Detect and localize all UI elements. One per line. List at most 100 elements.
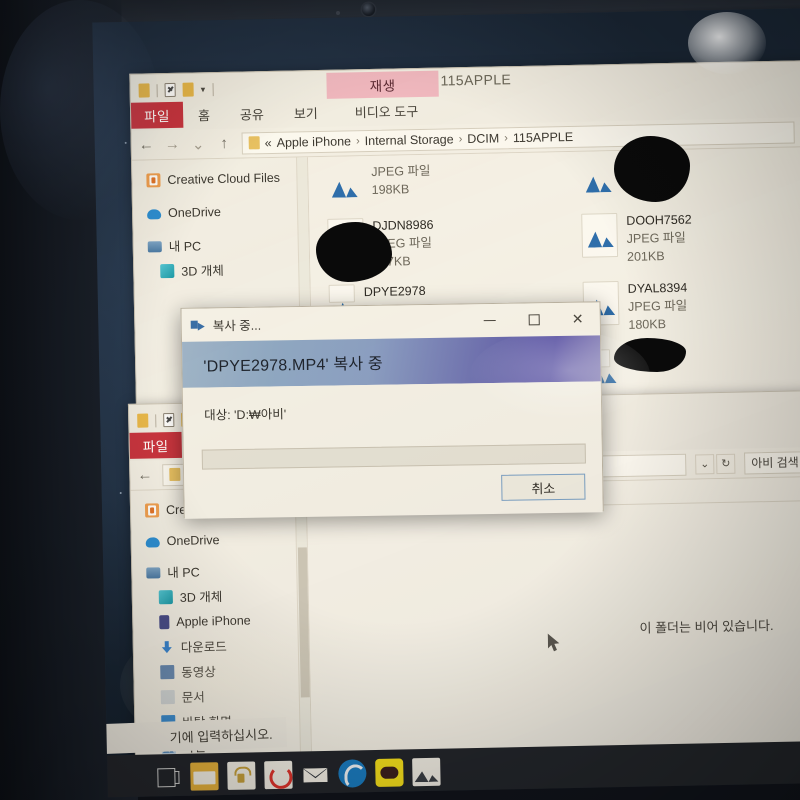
onedrive-cloud-icon <box>145 536 160 548</box>
chevron-right-icon: › <box>355 134 360 147</box>
refresh-icon[interactable]: ↻ <box>716 453 736 474</box>
webcam-indicator-icon <box>336 11 340 15</box>
minimize-button[interactable] <box>467 304 512 338</box>
back-button[interactable]: ← <box>138 136 155 153</box>
sidebar-item-label: OneDrive <box>167 204 222 220</box>
properties-check-icon[interactable] <box>164 82 176 98</box>
task-view-icon[interactable] <box>153 763 182 792</box>
customize-caret-icon[interactable]: ▾ <box>201 84 206 95</box>
divider <box>212 82 214 96</box>
sidebar-item-label: 내 PC <box>167 565 200 581</box>
sync-icon[interactable] <box>264 760 293 790</box>
destination-text: 대상: 'D:₩아비' <box>204 407 287 423</box>
tab-share[interactable]: 공유 <box>225 100 279 127</box>
file-name: DYAL8394 <box>627 280 688 296</box>
tab-file[interactable]: 파일 <box>130 101 184 129</box>
address-tools[interactable]: ⌄ ↻ <box>695 453 736 475</box>
sidebar-item-onedrive[interactable]: OneDrive <box>131 525 306 554</box>
breadcrumb-item-dcim[interactable]: DCIM <box>467 131 499 146</box>
breadcrumb-prefix: « <box>264 135 272 150</box>
up-button[interactable]: ↑ <box>216 135 233 152</box>
maximize-icon <box>528 314 540 326</box>
list-item[interactable]: JPEG 파일 198KB <box>326 163 431 209</box>
folder-icon[interactable] <box>138 83 150 98</box>
sidebar-item-label: Creative Cloud Files <box>167 170 281 187</box>
file-explorer-icon[interactable] <box>190 762 219 791</box>
sidebar-item-this-pc[interactable]: 내 PC <box>134 230 309 259</box>
videos-icon <box>160 664 175 679</box>
sidebar-item-apple-iphone[interactable]: Apple iPhone <box>133 606 308 635</box>
new-folder-icon[interactable] <box>182 82 194 97</box>
tab-video-tools-label: 비디오 도구 <box>354 103 419 120</box>
breadcrumb-item-115apple[interactable]: 115APPLE <box>513 129 574 144</box>
close-button[interactable]: ✕ <box>555 302 600 336</box>
file-size: 198KB <box>371 181 410 197</box>
dialog-title: 복사 중... <box>212 318 262 334</box>
chevron-down-icon[interactable]: ⌄ <box>695 453 715 475</box>
sidebar-item-downloads[interactable]: 다운로드 <box>134 631 309 660</box>
copy-progress-dialog[interactable]: 복사 중... ✕ 'DPYE2978.MP4' 복사 중 대상: 'D:₩아비… <box>180 301 604 519</box>
sidebar-item-label: 문서 <box>181 690 205 705</box>
laptop-screen-photo: ▾ 115APPLE 재생 파일 홈 공유 보기 비디오 도구 ← → ⌄ ↑ <box>0 0 800 800</box>
folder-icon[interactable] <box>137 413 149 428</box>
file-size: 180KB <box>628 316 667 332</box>
tab-home[interactable]: 홈 <box>183 101 225 128</box>
this-pc-icon <box>146 567 161 579</box>
chevron-right-icon: › <box>458 132 463 145</box>
window-controls[interactable]: ✕ <box>467 302 600 337</box>
breadcrumb-item-apple-iphone[interactable]: Apple iPhone <box>277 134 352 149</box>
file-list-pane[interactable]: 수정한 날짜 이 폴더는 비어 있습니다. <box>306 476 800 760</box>
video-thumbnail-icon <box>328 284 355 303</box>
downloads-icon <box>160 640 174 654</box>
sidebar-item-label: 동영상 <box>181 665 216 680</box>
maximize-button[interactable] <box>511 303 556 337</box>
chevron-right-icon: › <box>504 131 509 144</box>
sidebar-item-label: 3D 개체 <box>179 590 223 605</box>
sidebar-item-3d-objects[interactable]: 3D 개체 <box>134 255 309 284</box>
cancel-button[interactable]: 취소 <box>501 473 586 501</box>
microsoft-store-icon[interactable] <box>227 761 256 790</box>
edge-browser-icon[interactable] <box>338 759 367 788</box>
sidebar-item-this-pc[interactable]: 내 PC <box>132 556 307 585</box>
screen-surface: ▾ 115APPLE 재생 파일 홈 공유 보기 비디오 도구 ← → ⌄ ↑ <box>92 7 800 798</box>
sidebar-item-label: 다운로드 <box>180 639 227 655</box>
phone-icon <box>159 614 170 629</box>
mail-icon[interactable] <box>301 760 330 789</box>
recent-locations-button[interactable]: ⌄ <box>190 135 207 153</box>
jpeg-thumbnail-icon <box>580 159 617 204</box>
sidebar-item-documents[interactable]: 문서 <box>135 681 310 710</box>
creative-cloud-icon <box>144 502 160 518</box>
sidebar-item-creative-cloud-files[interactable]: Creative Cloud Files <box>132 164 307 193</box>
tab-file[interactable]: 파일 <box>129 431 182 459</box>
sidebar-item-onedrive[interactable]: OneDrive <box>133 197 308 226</box>
file-name: DPYE2978 <box>363 283 426 300</box>
window-title: 115APPLE <box>440 71 512 89</box>
forward-button[interactable]: → <box>164 136 181 153</box>
search-input[interactable]: 아비 검색 <box>744 449 800 475</box>
tab-view[interactable]: 보기 <box>279 99 333 126</box>
list-item[interactable]: DPYE2978 <box>328 283 426 303</box>
tab-play[interactable]: 재생 <box>326 70 439 99</box>
copy-files-icon <box>191 319 206 332</box>
back-button[interactable]: ← <box>136 466 153 483</box>
file-type: JPEG 파일 <box>371 163 431 179</box>
sidebar-item-label: OneDrive <box>166 532 220 548</box>
file-size: 201KB <box>626 248 665 264</box>
redaction-blob <box>614 338 686 372</box>
sidebar-item-label: 3D 개체 <box>181 263 224 279</box>
divider <box>155 413 157 427</box>
quick-access-toolbar[interactable]: ▾ <box>138 79 214 100</box>
divider <box>156 83 158 97</box>
list-item[interactable]: DOOH7562 JPEG 파일 201KB <box>581 212 692 267</box>
photos-icon[interactable] <box>412 757 441 787</box>
progress-bar <box>201 443 586 470</box>
kakaotalk-icon[interactable] <box>375 758 404 787</box>
dialog-body: 대상: 'D:₩아비' 취소 <box>182 381 603 519</box>
properties-check-icon[interactable] <box>163 412 175 428</box>
sidebar-item-3d-objects[interactable]: 3D 개체 <box>133 581 308 610</box>
sidebar-item-videos[interactable]: 동영상 <box>134 656 309 685</box>
breadcrumb-item-internal-storage[interactable]: Internal Storage <box>365 132 454 148</box>
file-name: DOOH7562 <box>626 212 692 228</box>
sidebar-item-label: 내 PC <box>168 239 202 255</box>
folder-icon <box>169 467 181 482</box>
